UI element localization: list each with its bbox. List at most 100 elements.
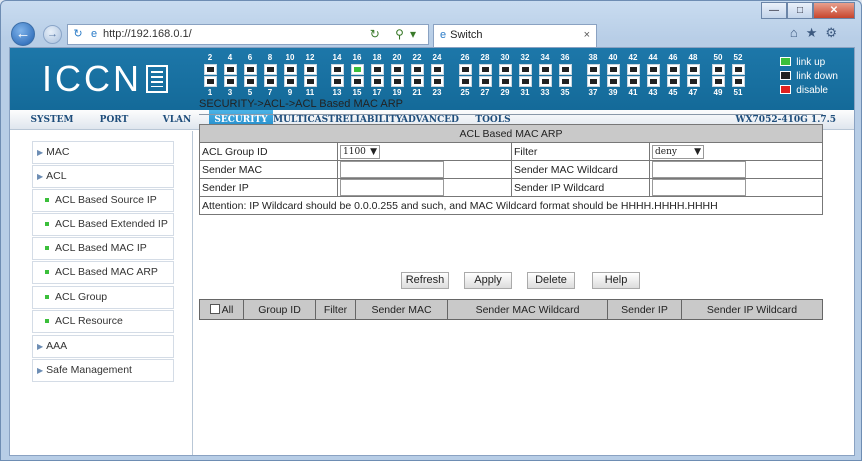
port-icon[interactable] — [330, 76, 344, 87]
port-icon[interactable] — [203, 76, 217, 87]
port-icon[interactable] — [646, 64, 660, 75]
port-icon[interactable] — [558, 76, 572, 87]
browser-tab[interactable]: e Switch × — [433, 24, 597, 47]
sidebar-item-mac[interactable]: ▶ MAC — [32, 141, 174, 164]
sidebar-item-acl-group[interactable]: ACL Group — [32, 286, 174, 309]
settings-gear-icon[interactable]: ⚙ — [825, 25, 845, 40]
port-icon[interactable] — [303, 64, 317, 75]
port-icon[interactable] — [498, 76, 512, 87]
port-icon[interactable] — [203, 64, 217, 75]
port-column: 22 21 — [407, 53, 427, 98]
port-number: 15 — [352, 88, 362, 97]
apply-button[interactable]: Apply — [464, 272, 512, 289]
select-all-cell[interactable]: All — [199, 299, 244, 320]
port-icon[interactable] — [243, 64, 257, 75]
address-bar[interactable]: ↻ e http://192.168.0.1/ ↻ ⚲▾ — [67, 24, 429, 45]
port-icon[interactable] — [538, 64, 552, 75]
port-icon[interactable] — [430, 76, 444, 87]
refresh-small-icon[interactable]: ↻ — [72, 25, 84, 44]
port-icon[interactable] — [410, 64, 424, 75]
port-number: 13 — [332, 88, 342, 97]
port-number: 4 — [227, 53, 233, 62]
port-icon[interactable] — [330, 64, 344, 75]
sidebar-item-safe-management[interactable]: ▶ Safe Management — [32, 359, 174, 382]
close-window-icon[interactable]: ✕ — [813, 2, 855, 19]
port-icon[interactable] — [646, 76, 660, 87]
sidebar-item-aaa[interactable]: ▶ AAA — [32, 335, 174, 358]
sidebar-item-acl-resource[interactable]: ACL Resource — [32, 310, 174, 333]
port-icon[interactable] — [478, 64, 492, 75]
port-icon[interactable] — [350, 64, 364, 75]
menu-system[interactable]: SYSTEM — [22, 110, 82, 130]
port-icon[interactable] — [518, 76, 532, 87]
tab-close-icon[interactable]: × — [584, 25, 590, 46]
port-icon[interactable] — [410, 76, 424, 87]
port-icon[interactable] — [430, 64, 444, 75]
port-icon[interactable] — [350, 76, 364, 87]
port-icon[interactable] — [666, 76, 680, 87]
delete-button[interactable]: Delete — [527, 272, 575, 289]
sender-ip-field[interactable] — [340, 179, 444, 196]
port-icon[interactable] — [518, 64, 532, 75]
port-icon[interactable] — [538, 76, 552, 87]
url-text[interactable]: http://192.168.0.1/ — [103, 28, 192, 40]
port-icon[interactable] — [478, 76, 492, 87]
port-icon[interactable] — [666, 64, 680, 75]
port-icon[interactable] — [626, 76, 640, 87]
port-icon[interactable] — [370, 76, 384, 87]
filter-select[interactable]: deny ▼ — [652, 144, 704, 159]
port-icon[interactable] — [263, 76, 277, 87]
port-icon[interactable] — [283, 64, 297, 75]
sidebar-item-acl-mac-arp[interactable]: ACL Based MAC ARP — [32, 261, 174, 284]
port-column: 34 33 — [535, 53, 555, 98]
acl-group-id-select[interactable]: 1100 ▼ — [340, 144, 380, 159]
port-icon[interactable] — [223, 76, 237, 87]
port-icon[interactable] — [586, 64, 600, 75]
back-button[interactable]: ← — [11, 22, 35, 46]
port-icon[interactable] — [458, 76, 472, 87]
address-tools-icon[interactable]: ↻ ⚲▾ — [370, 25, 422, 44]
port-icon[interactable] — [390, 76, 404, 87]
port-icon[interactable] — [686, 64, 700, 75]
sidebar-item-acl-extended-ip[interactable]: ACL Based Extended IP — [32, 213, 174, 236]
port-icon[interactable] — [558, 64, 572, 75]
port-icon[interactable] — [370, 64, 384, 75]
sidebar-item-acl[interactable]: ▶ ACL — [32, 165, 174, 188]
port-icon[interactable] — [731, 64, 745, 75]
help-button[interactable]: Help — [592, 272, 640, 289]
refresh-button[interactable]: Refresh — [401, 272, 449, 289]
port-icon[interactable] — [458, 64, 472, 75]
port-icon[interactable] — [498, 64, 512, 75]
sender-mac-wildcard-field[interactable] — [652, 161, 746, 178]
port-icon[interactable] — [303, 76, 317, 87]
port-icon[interactable] — [711, 76, 725, 87]
select-all-checkbox[interactable] — [209, 303, 220, 314]
forward-button[interactable]: → — [43, 25, 62, 44]
favorites-star-icon[interactable]: ★ — [806, 25, 826, 40]
port-icon[interactable] — [626, 64, 640, 75]
port-icon[interactable] — [390, 64, 404, 75]
home-icon[interactable]: ⌂ — [790, 25, 806, 40]
port-icon[interactable] — [283, 76, 297, 87]
sender-ip-wildcard-label: Sender IP Wildcard — [511, 178, 650, 197]
sidebar-item-acl-source-ip[interactable]: ACL Based Source IP — [32, 189, 174, 212]
port-icon[interactable] — [711, 64, 725, 75]
port-icon[interactable] — [263, 64, 277, 75]
port-icon[interactable] — [243, 76, 257, 87]
sidebar-item-acl-mac-ip[interactable]: ACL Based MAC IP — [32, 237, 174, 260]
port-icon[interactable] — [731, 76, 745, 87]
port-icon[interactable] — [606, 64, 620, 75]
bullet-icon — [45, 245, 49, 250]
sender-mac-field[interactable] — [340, 161, 444, 178]
port-icon[interactable] — [606, 76, 620, 87]
menu-port[interactable]: PORT — [82, 110, 146, 130]
port-number: 10 — [285, 53, 295, 62]
sender-ip-wildcard-field[interactable] — [652, 179, 746, 196]
port-icon[interactable] — [223, 64, 237, 75]
port-number: 29 — [500, 88, 510, 97]
port-icon[interactable] — [686, 76, 700, 87]
minimize-icon[interactable]: — — [761, 2, 787, 19]
port-column: 10 9 — [280, 53, 300, 98]
port-icon[interactable] — [586, 76, 600, 87]
maximize-icon[interactable]: □ — [787, 2, 813, 19]
